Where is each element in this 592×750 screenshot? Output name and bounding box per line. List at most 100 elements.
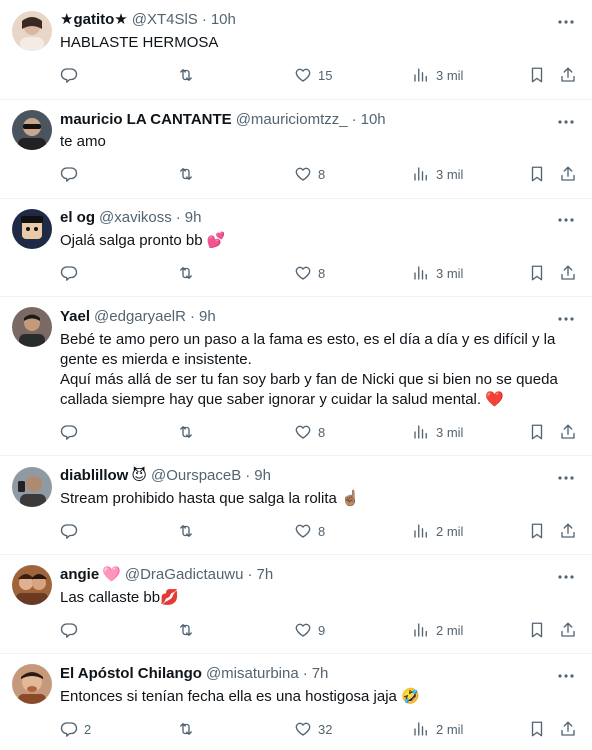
share-button[interactable] [559, 521, 577, 541]
repost-button[interactable] [177, 719, 201, 739]
repost-icon [177, 264, 195, 282]
timestamp[interactable]: 9h [185, 208, 202, 228]
like-button[interactable]: 8 [294, 263, 325, 283]
views-button[interactable]: 2 mil [412, 719, 463, 739]
tweet-header: ★gatito★ @XT4SlS · 10h [60, 10, 532, 30]
more-icon[interactable] [556, 210, 576, 230]
tweet-diablillow[interactable]: diablillow 😈 @OurspaceB · 9h Stream proh… [0, 456, 592, 555]
display-name[interactable]: El Apóstol Chilango [60, 664, 202, 684]
avatar[interactable] [12, 110, 52, 150]
bookmark-button[interactable] [528, 521, 546, 541]
tweet-angie[interactable]: angie 🩷 @DraGadictauwu · 7h Las callaste… [0, 555, 592, 654]
reply-button[interactable] [60, 521, 84, 541]
like-icon [294, 66, 312, 84]
reply-icon [60, 522, 78, 540]
reply-button[interactable] [60, 263, 84, 283]
share-button[interactable] [559, 422, 577, 442]
repost-icon [177, 423, 195, 441]
tweet-text: Las callaste bb💋 [60, 589, 179, 606]
bookmark-button[interactable] [528, 719, 546, 739]
tweet-mauricio[interactable]: mauricio LA CANTANTE @mauriciomtzz_ · 10… [0, 100, 592, 199]
bookmark-button[interactable] [528, 65, 546, 85]
views-button[interactable]: 2 mil [412, 620, 463, 640]
tweet-el-og[interactable]: el og @xavikoss · 9h Ojalá salga pronto … [0, 199, 592, 297]
user-handle[interactable]: @XT4SlS [132, 10, 198, 30]
bookmark-button[interactable] [528, 620, 546, 640]
views-count: 3 mil [436, 166, 464, 182]
views-button[interactable]: 3 mil [412, 164, 463, 184]
reply-button[interactable]: 2 [60, 719, 91, 739]
like-button[interactable]: 8 [294, 422, 325, 442]
repost-button[interactable] [177, 422, 201, 442]
tweet-apostol-chilango[interactable]: El Apóstol Chilango @misaturbina · 7h En… [0, 654, 592, 750]
timestamp[interactable]: 10h [361, 110, 386, 130]
more-icon[interactable] [556, 309, 576, 329]
repost-button[interactable] [177, 521, 201, 541]
repost-icon [177, 66, 195, 84]
like-button[interactable]: 15 [294, 65, 332, 85]
tweet-yael[interactable]: Yael @edgaryaelR · 9h Bebé te amo pero u… [0, 297, 592, 456]
display-name[interactable]: Yael [60, 307, 90, 327]
reply-button[interactable] [60, 422, 84, 442]
views-button[interactable]: 2 mil [412, 521, 463, 541]
like-button[interactable]: 9 [294, 620, 325, 640]
share-icon [559, 522, 577, 540]
user-handle[interactable]: @edgaryaelR [94, 307, 186, 327]
share-button[interactable] [559, 719, 577, 739]
share-button[interactable] [559, 65, 577, 85]
more-icon[interactable] [556, 567, 576, 587]
more-icon[interactable] [556, 112, 576, 132]
reply-button[interactable] [60, 164, 84, 184]
user-handle[interactable]: @DraGadictauwu [125, 565, 244, 585]
share-button[interactable] [559, 620, 577, 640]
like-icon [294, 423, 312, 441]
bookmark-button[interactable] [528, 164, 546, 184]
timestamp[interactable]: 10h [211, 10, 236, 30]
tweet-gatito[interactable]: ★gatito★ @XT4SlS · 10h HABLASTE HERMOSA … [0, 0, 592, 100]
user-handle[interactable]: @xavikoss [99, 208, 172, 228]
timestamp[interactable]: 9h [199, 307, 216, 327]
views-button[interactable]: 3 mil [412, 263, 463, 283]
avatar[interactable] [12, 565, 52, 605]
separator-dot: · [175, 209, 181, 226]
avatar[interactable] [12, 467, 52, 507]
display-name[interactable]: el og [60, 208, 95, 228]
more-icon[interactable] [556, 12, 576, 32]
views-icon [412, 264, 430, 282]
bookmark-button[interactable] [528, 263, 546, 283]
avatar[interactable] [12, 307, 52, 347]
avatar[interactable] [12, 209, 52, 249]
repost-button[interactable] [177, 620, 201, 640]
like-button[interactable]: 32 [294, 719, 332, 739]
display-name[interactable]: ★gatito★ [60, 10, 128, 30]
timestamp[interactable]: 7h [312, 664, 329, 684]
user-handle[interactable]: @mauriciomtzz_ [236, 110, 348, 130]
reply-button[interactable] [60, 620, 84, 640]
more-icon[interactable] [556, 468, 576, 488]
repost-button[interactable] [177, 263, 201, 283]
display-name[interactable]: mauricio LA CANTANTE [60, 110, 232, 130]
timestamp[interactable]: 9h [254, 466, 271, 486]
repost-button[interactable] [177, 65, 201, 85]
display-name[interactable]: angie [60, 565, 99, 585]
share-button[interactable] [559, 164, 577, 184]
display-name[interactable]: diablillow [60, 466, 128, 486]
avatar[interactable] [12, 664, 52, 704]
share-button[interactable] [559, 263, 577, 283]
reply-button[interactable] [60, 65, 84, 85]
more-icon[interactable] [556, 666, 576, 686]
bookmark-button[interactable] [528, 422, 546, 442]
tweet-header: angie 🩷 @DraGadictauwu · 7h [60, 565, 532, 585]
like-icon [294, 165, 312, 183]
views-button[interactable]: 3 mil [412, 65, 463, 85]
timestamp[interactable]: 7h [256, 565, 273, 585]
like-button[interactable]: 8 [294, 521, 325, 541]
repost-button[interactable] [177, 164, 201, 184]
user-handle[interactable]: @misaturbina [206, 664, 299, 684]
views-button[interactable]: 3 mil [412, 422, 463, 442]
user-handle[interactable]: @OurspaceB [151, 466, 241, 486]
like-button[interactable]: 8 [294, 164, 325, 184]
like-count: 8 [318, 166, 326, 182]
action-bar: 9 2 mil [0, 620, 592, 640]
avatar[interactable] [12, 11, 52, 51]
